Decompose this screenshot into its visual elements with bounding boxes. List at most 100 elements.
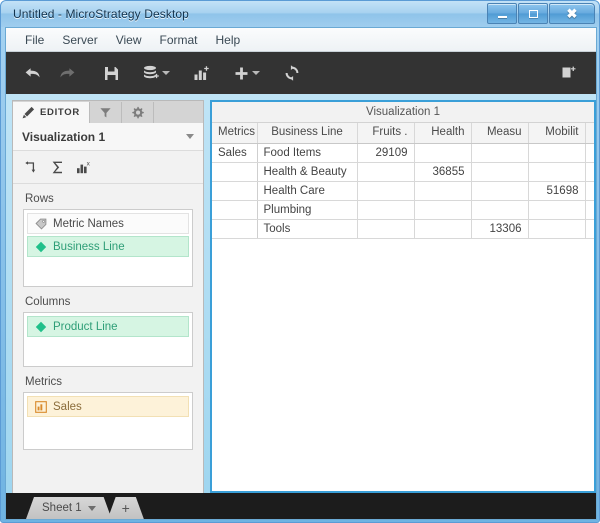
cell-metric — [212, 181, 258, 201]
visualization-selector-label: Visualization 1 — [22, 129, 106, 144]
chip-sales-label: Sales — [53, 400, 82, 413]
cell-value-fruits — [357, 181, 415, 201]
chip-sales[interactable]: Sales — [27, 396, 189, 417]
undo-button[interactable] — [16, 58, 50, 88]
main-toolbar — [6, 52, 596, 94]
visualization-panel[interactable]: Visualization 1 Metrics Business Line Fr… — [210, 100, 596, 493]
tab-filters[interactable] — [89, 102, 122, 123]
add-data-caret-icon[interactable] — [162, 71, 170, 75]
svg-text:x: x — [87, 160, 91, 167]
cell-value-mobility — [528, 200, 586, 220]
minimize-icon — [497, 15, 507, 18]
chip-product-line-label: Product Line — [53, 320, 118, 333]
shelf-metrics: Metrics Sales — [23, 376, 193, 450]
cell-value-measurement: 13306 — [471, 219, 529, 239]
grid-scroll-region[interactable]: Metrics Business Line Fruits . Health Me… — [212, 123, 594, 491]
cell-value-fruits — [357, 200, 415, 220]
visualization-icon — [194, 65, 209, 80]
grid-header: Metrics Business Line Fruits . Health Me… — [212, 123, 594, 144]
grid-header-mobility[interactable]: Mobilit — [528, 123, 586, 144]
shelf-columns-dropzone[interactable]: Product Line — [23, 312, 193, 367]
table-row[interactable]: Sales Food Items 29109 — [212, 143, 594, 163]
shelf-metrics-dropzone[interactable]: Sales — [23, 392, 193, 450]
grid-header-fruits[interactable]: Fruits . — [357, 123, 415, 144]
data-grid: Metrics Business Line Fruits . Health Me… — [212, 123, 594, 239]
refresh-button[interactable] — [275, 58, 309, 88]
cell-value-health — [414, 181, 472, 201]
cell-business-line: Health & Beauty — [257, 162, 358, 182]
cell-value-measurement — [471, 200, 529, 220]
grid-header-health[interactable]: Health — [414, 123, 472, 144]
panel-tabs: EDITOR — [13, 101, 203, 123]
chevron-down-icon[interactable] — [186, 134, 194, 139]
tag-icon — [35, 218, 47, 230]
shelves-container: Rows Metric Names Business Line Columns … — [13, 184, 203, 493]
shelf-columns-label: Columns — [25, 296, 71, 308]
add-page-icon — [562, 66, 575, 78]
table-row[interactable]: Health Care 51698 — [212, 181, 594, 201]
chip-metric-names[interactable]: Metric Names — [27, 213, 189, 234]
diamond-icon — [35, 321, 47, 332]
add-data-button[interactable] — [138, 58, 175, 88]
table-row[interactable]: Plumbing 4469 — [212, 200, 594, 220]
table-row[interactable]: Health & Beauty 36855 — [212, 162, 594, 182]
tab-editor[interactable]: EDITOR — [13, 102, 90, 123]
insert-caret-icon[interactable] — [252, 71, 260, 75]
shelf-metrics-label: Metrics — [25, 376, 63, 388]
cell-value-measurement — [471, 162, 529, 182]
insert-button[interactable] — [229, 58, 265, 88]
visualization-tools: x — [13, 151, 203, 184]
redo-button[interactable] — [50, 58, 84, 88]
chart-x-button[interactable]: x — [76, 160, 91, 175]
title-bar: Untitled - MicroStrategy Desktop ✖ — [1, 1, 599, 27]
cell-value-fruits: 29109 — [357, 143, 415, 163]
cell-value-measurement — [471, 181, 529, 201]
cell-business-line: Health Care — [257, 181, 358, 201]
tab-settings[interactable] — [121, 102, 154, 123]
minimize-button[interactable] — [487, 3, 517, 24]
chart-x-icon: x — [77, 160, 91, 173]
application-window: Untitled - MicroStrategy Desktop ✖ File … — [0, 0, 600, 523]
chip-business-line-label: Business Line — [53, 240, 125, 253]
sheet-tab-sheet-1[interactable]: Sheet 1 — [26, 497, 112, 519]
maximize-button[interactable] — [518, 3, 548, 24]
totals-button[interactable] — [50, 160, 65, 175]
editor-sidebar: EDITOR Visualization 1 x Rows Metric Nam… — [12, 100, 204, 493]
close-icon: ✖ — [566, 6, 578, 21]
menu-item-file[interactable]: File — [16, 31, 53, 49]
pencil-icon — [22, 106, 35, 119]
visualization-selector[interactable]: Visualization 1 — [13, 123, 203, 151]
chip-product-line[interactable]: Product Line — [27, 316, 189, 337]
grid-header-water[interactable]: Water — [585, 123, 594, 144]
diamond-icon — [35, 241, 47, 252]
metric-icon — [35, 400, 47, 413]
grid-header-measurement[interactable]: Measu — [471, 123, 529, 144]
shelf-rows-dropzone[interactable]: Metric Names Business Line — [23, 209, 193, 287]
cell-value-mobility — [528, 143, 586, 163]
add-page-button[interactable] — [552, 58, 586, 88]
menu-item-help[interactable]: Help — [207, 31, 250, 49]
refresh-icon — [285, 65, 299, 81]
cell-value-health — [414, 200, 472, 220]
visualization-button[interactable] — [185, 58, 219, 88]
shelf-rows: Rows Metric Names Business Line — [23, 193, 193, 287]
save-button[interactable] — [94, 58, 128, 88]
chevron-down-icon[interactable] — [88, 506, 96, 511]
cell-value-fruits — [357, 219, 415, 239]
pivot-button[interactable] — [24, 160, 39, 175]
cell-value-mobility — [528, 162, 586, 182]
cell-value-fruits — [357, 162, 415, 182]
menu-item-format[interactable]: Format — [150, 31, 206, 49]
chip-metric-names-label: Metric Names — [53, 217, 124, 230]
add-sheet-button[interactable]: + — [108, 497, 144, 519]
undo-icon — [25, 68, 40, 78]
window-title: Untitled - MicroStrategy Desktop — [13, 7, 189, 21]
chip-business-line[interactable]: Business Line — [27, 236, 189, 257]
close-button[interactable]: ✖ — [549, 3, 595, 24]
grid-header-metrics[interactable]: Metrics — [212, 123, 258, 144]
menu-item-server[interactable]: Server — [53, 31, 106, 49]
table-row[interactable]: Tools 13306 — [212, 219, 594, 239]
sigma-icon — [52, 161, 62, 173]
menu-item-view[interactable]: View — [107, 31, 151, 49]
grid-header-business-line[interactable]: Business Line — [257, 123, 358, 144]
